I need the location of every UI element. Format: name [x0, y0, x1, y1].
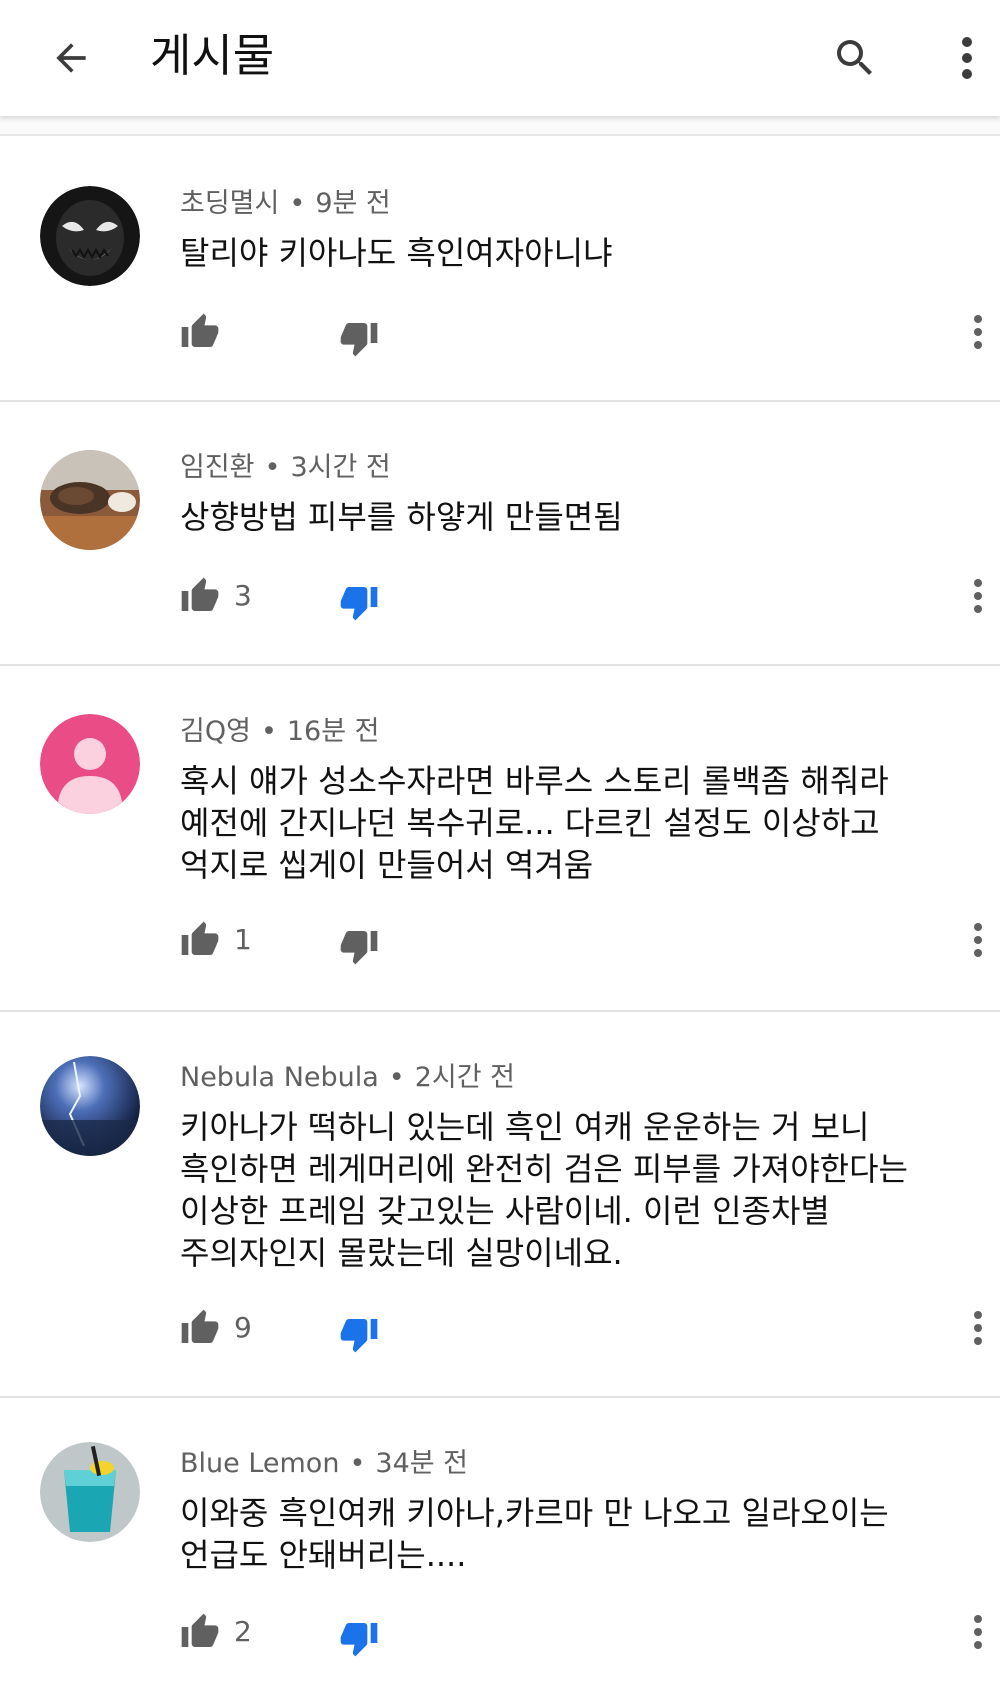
avatar-image: [40, 186, 140, 286]
more-vert-icon: [974, 1615, 982, 1649]
comment-item: 임진환 • 3시간 전 상향방법 피부를 하얗게 만들면됨 3: [0, 402, 1000, 666]
comment-text-line: 탈리야 키아나도 흑인여자아니냐: [180, 234, 613, 272]
dislike-button[interactable]: [334, 916, 384, 976]
default-avatar-icon: [40, 714, 140, 814]
comment-item: Blue Lemon • 34분 전 이와중 흑인여캐 키아나,카르마 만 나오고 …: [0, 1398, 1000, 1685]
more-vert-icon: [974, 579, 982, 613]
thumb-down-icon: [340, 587, 378, 621]
back-button[interactable]: [38, 25, 104, 91]
comment-text-line: 언급도 안돼버리는....: [180, 1536, 467, 1574]
comment-time: 3시간 전: [290, 452, 391, 483]
like-count: 3: [234, 579, 252, 612]
thumb-up-icon: [181, 1613, 219, 1647]
comment-author[interactable]: 임진환: [180, 452, 255, 483]
comment-time: 34분 전: [375, 1448, 469, 1479]
meta-separator: •: [289, 188, 306, 219]
more-vert-icon: [974, 315, 982, 349]
dislike-button[interactable]: [334, 572, 384, 632]
avatar[interactable]: [40, 714, 140, 814]
comment-more-button[interactable]: [960, 566, 996, 626]
comment-more-button[interactable]: [960, 302, 996, 362]
avatar-image: [40, 1442, 140, 1542]
page-title: 게시물: [150, 29, 275, 82]
like-button[interactable]: [176, 910, 224, 970]
thumb-up-icon: [181, 1309, 219, 1343]
meta-separator: •: [260, 716, 277, 747]
comment-actions: 1: [0, 910, 1000, 970]
thumb-up-icon: [181, 313, 219, 347]
more-vert-icon: [962, 37, 972, 79]
comment-text-line: 상향방법 피부를 하얗게 만들면됨: [180, 498, 623, 536]
comment-meta: Nebula Nebula • 2시간 전: [180, 1060, 515, 1096]
comment-author[interactable]: 김Q영: [180, 716, 251, 747]
comment-text-line: 흑인하면 레게머리에 완전히 검은 피부를 가져야한다는: [180, 1150, 908, 1188]
thumb-down-icon: [340, 323, 378, 357]
comment-author[interactable]: Nebula Nebula: [180, 1062, 379, 1093]
like-count: 1: [234, 923, 252, 956]
comment-actions: 3: [0, 566, 1000, 626]
section-divider: [0, 116, 1000, 136]
dislike-button[interactable]: [334, 1304, 384, 1364]
comment-meta: 초딩멸시 • 9분 전: [180, 186, 391, 222]
more-vert-icon: [974, 923, 982, 957]
dislike-button[interactable]: [334, 1608, 384, 1668]
more-vert-icon: [974, 1311, 982, 1345]
comment-text-line: 이와중 흑인여캐 키아나,카르마 만 나오고 일라오이는: [180, 1494, 889, 1532]
comment-author[interactable]: 초딩멸시: [180, 188, 279, 219]
comment-item: 김Q영 • 16분 전 혹시 얘가 성소수자라면 바루스 스토리 롤백좀 해줘라 예…: [0, 666, 1000, 1012]
comment-text: 키아나가 떡하니 있는데 흑인 여캐 운운하는 거 보니 흑인하면 레게머리에 …: [180, 1106, 970, 1274]
meta-separator: •: [388, 1062, 405, 1093]
avatar[interactable]: [40, 1056, 140, 1156]
comment-text-line: 예전에 간지나던 복수귀로... 다르킨 설정도 이상하고: [180, 804, 880, 842]
avatar-image: [40, 1056, 140, 1156]
avatar[interactable]: [40, 450, 140, 550]
comment-text-line: 주의자인지 몰랐는데 실망이네요.: [180, 1234, 623, 1272]
thumb-up-icon: [181, 577, 219, 611]
comment-text: 상향방법 피부를 하얗게 만들면됨: [180, 496, 970, 538]
avatar[interactable]: [40, 1442, 140, 1542]
comment-text-line: 이상한 프레임 갖고있는 사람이네. 이런 인종차별: [180, 1192, 830, 1230]
more-options-button[interactable]: [940, 25, 994, 91]
comment-meta: 김Q영 • 16분 전: [180, 714, 380, 750]
comment-text-line: 억지로 씹게이 만들어서 역겨움: [180, 846, 594, 884]
avatar[interactable]: [40, 186, 140, 286]
comment-text: 혹시 얘가 성소수자라면 바루스 스토리 롤백좀 해줘라 예전에 간지나던 복수…: [180, 760, 970, 886]
like-button[interactable]: [176, 566, 224, 626]
app-bar: 게시물: [0, 0, 1000, 116]
comment-actions: 9: [0, 1298, 1000, 1358]
search-button[interactable]: [822, 25, 888, 91]
thumb-down-icon: [340, 1319, 378, 1353]
like-button[interactable]: [176, 1298, 224, 1358]
dislike-button[interactable]: [334, 308, 384, 368]
comment-author[interactable]: Blue Lemon: [180, 1448, 339, 1479]
like-count: 2: [234, 1615, 252, 1648]
comment-item: 초딩멸시 • 9분 전 탈리야 키아나도 흑인여자아니냐: [0, 138, 1000, 402]
comment-actions: [0, 302, 1000, 362]
comment-time: 16분 전: [286, 716, 380, 747]
like-count: 9: [234, 1311, 252, 1344]
search-icon: [837, 40, 872, 75]
meta-separator: •: [349, 1448, 366, 1479]
meta-separator: •: [264, 452, 281, 483]
comment-meta: 임진환 • 3시간 전: [180, 450, 391, 486]
thumb-down-icon: [340, 931, 378, 965]
comment-meta: Blue Lemon • 34분 전: [180, 1446, 468, 1482]
comment-more-button[interactable]: [960, 910, 996, 970]
comment-time: 2시간 전: [414, 1062, 516, 1093]
thumb-down-icon: [340, 1623, 378, 1657]
thumb-up-icon: [181, 921, 219, 955]
avatar-image: [40, 450, 140, 550]
like-button[interactable]: [176, 302, 224, 362]
comment-text: 이와중 흑인여캐 키아나,카르마 만 나오고 일라오이는 언급도 안돼버리는..…: [180, 1492, 970, 1576]
comment-actions: 2: [0, 1602, 1000, 1662]
arrow-back-icon: [56, 43, 86, 73]
comment-time: 9분 전: [315, 188, 391, 219]
comment-text: 탈리야 키아나도 흑인여자아니냐: [180, 232, 970, 274]
comment-text-line: 혹시 얘가 성소수자라면 바루스 스토리 롤백좀 해줘라: [180, 762, 889, 800]
comment-more-button[interactable]: [960, 1602, 996, 1662]
like-button[interactable]: [176, 1602, 224, 1662]
comment-text-line: 키아나가 떡하니 있는데 흑인 여캐 운운하는 거 보니: [180, 1108, 870, 1146]
comment-more-button[interactable]: [960, 1298, 996, 1358]
comment-item: Nebula Nebula • 2시간 전 키아나가 떡하니 있는데 흑인 여캐 운…: [0, 1012, 1000, 1398]
